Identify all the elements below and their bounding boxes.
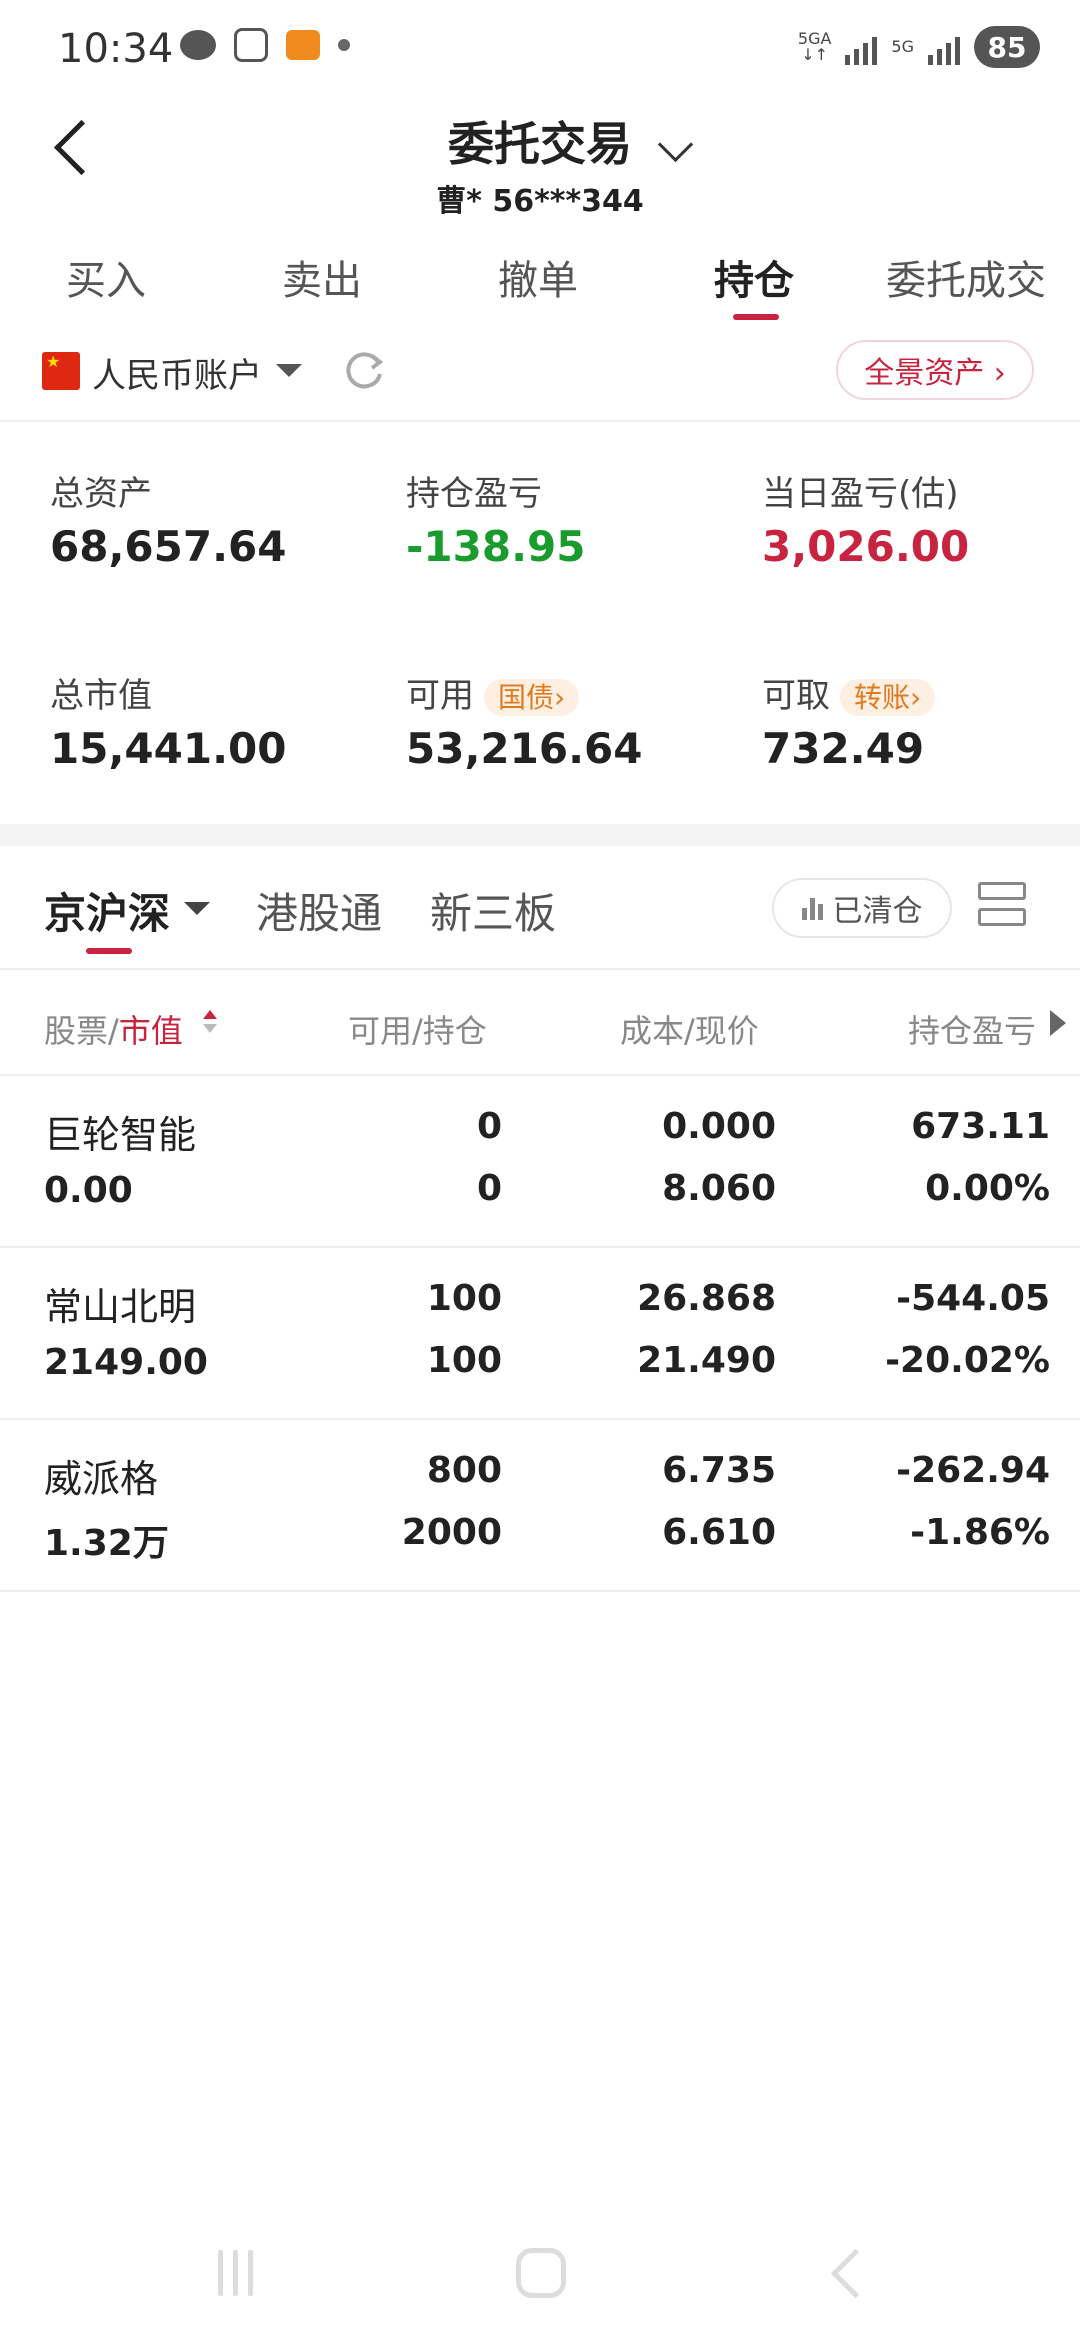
stock-cost: 26.868 <box>637 1278 776 1319</box>
stock-name: 威派格 <box>44 1457 159 1501</box>
status-bar: 10:34 5GA ↓↑ 5G 85 <box>0 0 1080 100</box>
network-5g: 5G <box>891 39 914 55</box>
table-row[interactable]: 常山北明 2149.00 100 100 26.868 21.490 -544.… <box>0 1248 1080 1418</box>
withdrawable-value: 732.49 <box>762 724 925 773</box>
stock-pl: -544.05 <box>896 1278 1050 1319</box>
tab-cancel[interactable]: 撤单 <box>498 248 578 306</box>
position-pl-value: -138.95 <box>406 522 586 571</box>
stock-market-value: 2149.00 <box>44 1342 208 1383</box>
full-assets-button[interactable]: 全景资产 › <box>836 340 1034 400</box>
daily-pl-label: 当日盈亏(估) <box>762 474 959 514</box>
wechat-icon <box>180 30 216 60</box>
market-tab-hk-connect[interactable]: 港股通 <box>256 880 382 941</box>
stock-holding: 0 <box>476 1168 502 1209</box>
header-pl[interactable]: 持仓盈亏 <box>908 1006 1048 1052</box>
tab-positions[interactable]: 持仓 <box>714 248 794 306</box>
stock-price: 8.060 <box>662 1168 776 1209</box>
market-tab-a-shares[interactable]: 京沪深 <box>44 880 170 941</box>
available-label: 可用 <box>406 676 474 716</box>
stock-pl-pct: -1.86% <box>910 1512 1050 1553</box>
stock-available: 100 <box>426 1278 502 1319</box>
daily-pl-value: 3,026.00 <box>762 522 970 571</box>
app-orange-icon <box>286 30 320 60</box>
bar-chart-icon <box>801 896 823 920</box>
total-assets-label: 总资产 <box>50 474 152 514</box>
header-stock-value[interactable]: 股票/市值 <box>44 1006 183 1052</box>
dot-icon <box>338 39 350 51</box>
stock-price: 6.610 <box>662 1512 776 1553</box>
divider <box>0 420 1080 422</box>
network-5ga: 5GA ↓↑ <box>797 29 832 64</box>
stock-name: 巨轮智能 <box>44 1113 197 1157</box>
withdrawable-label: 可取 <box>762 676 830 716</box>
divider <box>0 968 1080 970</box>
transfer-chip[interactable]: 转账› <box>840 679 936 716</box>
withdrawable-label-row: 可取 转账› <box>762 668 936 717</box>
header-price[interactable]: 成本/现价 <box>620 1006 759 1052</box>
stock-pl: -262.94 <box>896 1450 1050 1491</box>
signal-icon-2 <box>928 29 960 65</box>
stock-price: 21.490 <box>637 1340 776 1381</box>
market-tab-indicator <box>86 948 132 954</box>
table-row[interactable]: 威派格 1.32万 800 2000 6.735 6.610 -262.94 -… <box>0 1420 1080 1590</box>
tab-buy[interactable]: 买入 <box>66 248 146 306</box>
status-right: 5GA ↓↑ 5G 85 <box>798 26 1040 68</box>
stock-market-value: 1.32万 <box>44 1523 169 1564</box>
section-divider <box>0 824 1080 846</box>
header-market-value: 市值 <box>118 1012 183 1050</box>
market-value-label: 总市值 <box>50 676 152 716</box>
position-pl-label: 持仓盈亏 <box>406 474 542 514</box>
china-flag-icon: ★ <box>42 352 80 390</box>
table-row[interactable]: 巨轮智能 0.00 0 0 0.000 8.060 673.11 0.00% <box>0 1076 1080 1246</box>
cleared-label: 已清仓 <box>832 894 923 929</box>
caret-down-icon[interactable] <box>276 364 302 377</box>
header-stock: 股票/ <box>44 1012 119 1050</box>
page-title[interactable]: 委托交易 <box>0 108 1080 174</box>
account-type-label[interactable]: 人民币账户 <box>92 348 262 397</box>
stock-pl-pct: 0.00% <box>925 1168 1050 1209</box>
sort-down-icon[interactable] <box>203 1024 217 1033</box>
tab-active-indicator <box>733 314 779 320</box>
battery-icon: 85 <box>974 26 1040 68</box>
home-icon[interactable] <box>516 2248 566 2298</box>
tab-orders[interactable]: 委托成交 <box>886 248 1046 306</box>
status-notification-icons <box>180 28 350 62</box>
status-time: 10:34 <box>58 26 174 72</box>
stock-holding: 100 <box>426 1340 502 1381</box>
refresh-icon[interactable] <box>342 348 386 392</box>
network-5ga-label: 5GA <box>797 29 832 48</box>
caret-down-icon[interactable] <box>184 902 210 915</box>
stock-available: 800 <box>426 1450 502 1491</box>
cleared-positions-button[interactable]: 已清仓 <box>772 878 952 938</box>
nav-back-icon[interactable] <box>830 2248 881 2299</box>
battery-level: 85 <box>987 30 1027 64</box>
available-label-row: 可用 国债› <box>406 668 580 717</box>
recent-apps-icon[interactable] <box>218 2250 253 2296</box>
market-value-value: 15,441.00 <box>50 724 287 773</box>
treasury-bond-chip[interactable]: 国债› <box>484 679 580 716</box>
stock-name: 常山北明 <box>44 1285 197 1329</box>
screenshot-icon <box>234 28 268 62</box>
market-tab-neeq[interactable]: 新三板 <box>430 880 556 941</box>
account-id: 曹* 56***344 <box>436 184 644 219</box>
stock-pl: 673.11 <box>911 1106 1050 1147</box>
page-title-text: 委托交易 <box>448 117 632 171</box>
divider <box>0 1590 1080 1592</box>
available-value: 53,216.64 <box>406 724 643 773</box>
stock-available: 0 <box>476 1106 502 1147</box>
header-qty[interactable]: 可用/持仓 <box>348 1006 487 1052</box>
layout-toggle-icon[interactable] <box>978 882 1028 932</box>
stock-holding: 2000 <box>401 1512 502 1553</box>
sort-up-icon[interactable] <box>203 1010 217 1019</box>
stock-cost: 6.735 <box>662 1450 776 1491</box>
total-assets-value: 68,657.64 <box>50 522 287 571</box>
scroll-right-icon[interactable] <box>1050 1010 1066 1036</box>
stock-pl-pct: -20.02% <box>885 1340 1050 1381</box>
tab-sell[interactable]: 卖出 <box>282 248 362 306</box>
stock-cost: 0.000 <box>662 1106 776 1147</box>
signal-icon <box>845 29 878 65</box>
network-5g-label: 5G <box>891 37 914 56</box>
stock-market-value: 0.00 <box>44 1170 133 1211</box>
